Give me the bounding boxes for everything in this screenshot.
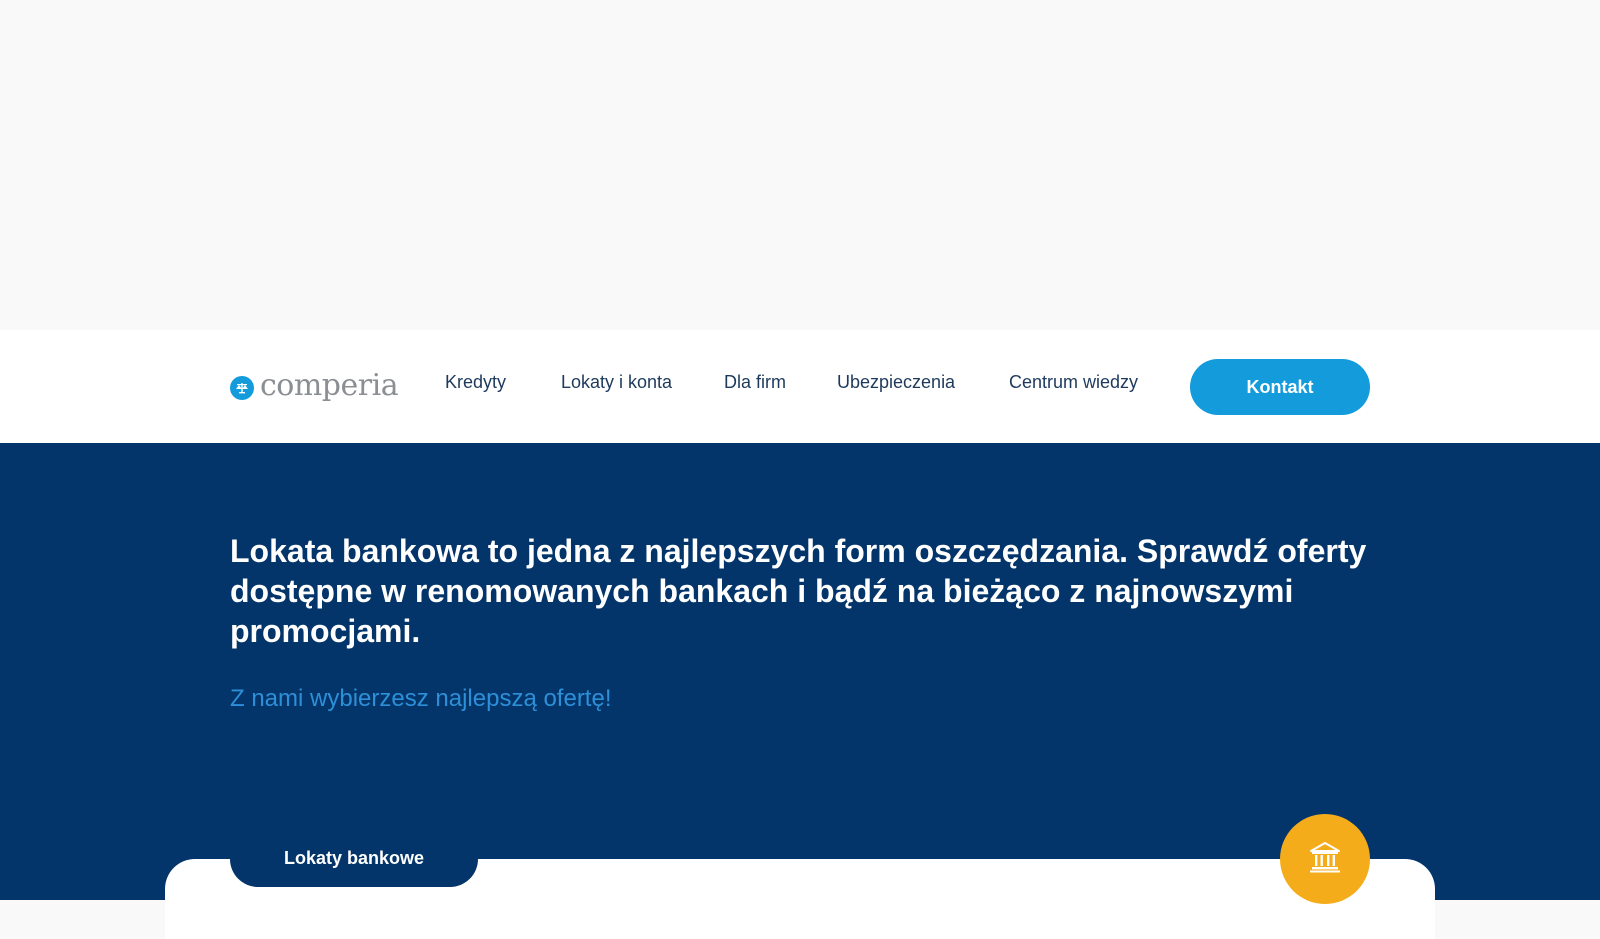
nav-item-centrum-wiedzy[interactable]: Centrum wiedzy (1009, 372, 1138, 393)
hero-title: Lokata bankowa to jedna z najlepszych fo… (230, 533, 1367, 649)
nav-item-dla-firm[interactable]: Dla firm (724, 372, 786, 393)
nav-item-lokaty-i-konta[interactable]: Lokaty i konta (561, 372, 672, 393)
nav-item-kredyty[interactable]: Kredyty (445, 372, 506, 393)
scales-icon (230, 376, 254, 400)
logo-text: comperia (260, 368, 399, 403)
comperia-logo[interactable]: comperia (230, 368, 399, 404)
bank-badge (1280, 814, 1370, 904)
nav-item-ubezpieczenia[interactable]: Ubezpieczenia (837, 372, 955, 393)
hero-subtitle: Z nami wybierzesz najlepszą ofertę! (230, 685, 612, 712)
bank-icon (1308, 840, 1342, 879)
top-blank-area (0, 0, 1600, 330)
tab-lokaty-bankowe[interactable]: Lokaty bankowe (230, 830, 478, 887)
contact-button[interactable]: Kontakt (1190, 359, 1370, 415)
